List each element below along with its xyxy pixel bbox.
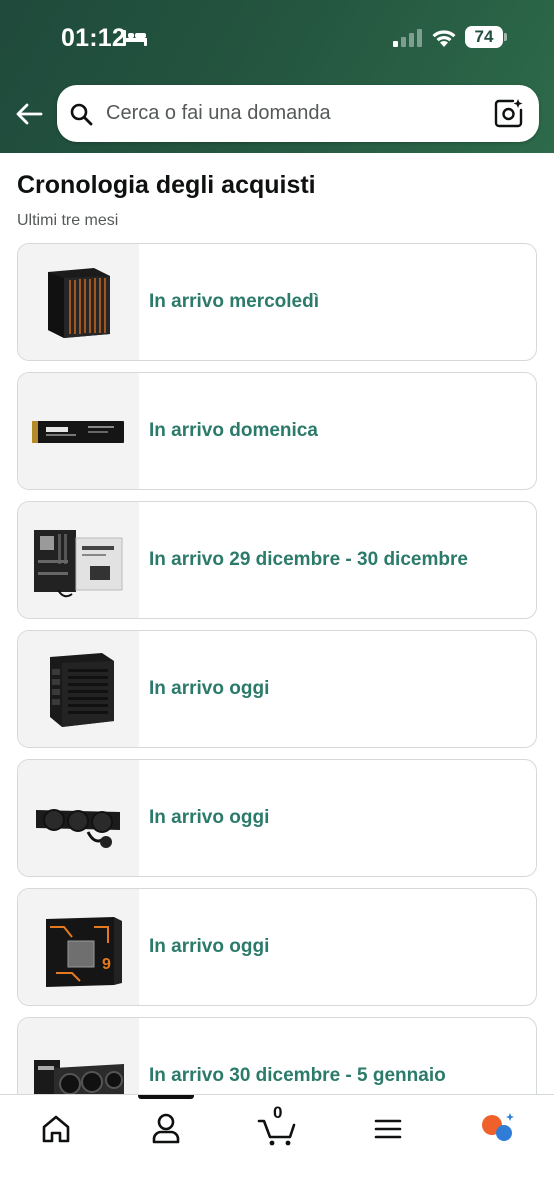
nav-assistant[interactable] [476, 1111, 520, 1147]
camera-search-icon[interactable] [494, 98, 524, 128]
assistant-icon [482, 1113, 514, 1141]
order-status: In arrivo oggi [149, 678, 270, 699]
search-placeholder: Cerca o fai una domanda [106, 102, 331, 124]
active-tab-indicator [138, 1095, 194, 1099]
nav-home[interactable] [34, 1111, 78, 1147]
back-arrow-icon[interactable] [15, 102, 43, 126]
product-thumbnail: 9 [18, 889, 139, 1005]
pc-case-icon [48, 268, 110, 338]
status-bar: 01:12 74 [0, 0, 554, 76]
power-supply-icon [50, 653, 114, 727]
bed-icon [123, 30, 147, 46]
order-card[interactable]: In arrivo oggi [17, 630, 537, 748]
signal-icon [393, 29, 422, 47]
nav-account[interactable] [144, 1111, 188, 1147]
home-icon [42, 1115, 70, 1143]
ssd-icon [32, 421, 124, 443]
order-card[interactable]: In arrivo mercoledì [17, 243, 537, 361]
account-icon [152, 1113, 180, 1144]
wifi-icon [432, 30, 456, 47]
search-input[interactable]: Cerca o fai una domanda [57, 85, 539, 142]
product-thumbnail [18, 373, 139, 489]
product-thumbnail [18, 244, 139, 360]
battery-cap [504, 33, 507, 41]
product-thumbnail [18, 760, 139, 876]
order-status: In arrivo mercoledì [149, 291, 320, 312]
order-card[interactable]: 9 In arrivo oggi [17, 888, 537, 1006]
battery-indicator: 74 [465, 26, 503, 48]
bottom-navigation: 0 [0, 1094, 554, 1200]
order-status: In arrivo oggi [149, 807, 270, 828]
cpu-box-icon: 9 [46, 917, 122, 987]
order-card[interactable]: In arrivo 29 dicembre - 30 dicembre [17, 501, 537, 619]
header: 01:12 74 Cerca o fai una domanda [0, 0, 554, 153]
motherboard-icon [34, 530, 123, 598]
search-icon [70, 103, 93, 126]
page-title: Cronologia degli acquisti [17, 171, 316, 199]
order-status: In arrivo domenica [149, 420, 318, 441]
page-subtitle: Ultimi tre mesi [17, 212, 119, 229]
liquid-cooler-icon [36, 809, 120, 848]
cart-count-badge: 0 [273, 1103, 283, 1122]
nav-menu[interactable] [366, 1111, 410, 1147]
status-time: 01:12 [61, 24, 126, 52]
product-thumbnail [18, 502, 139, 618]
order-card[interactable]: In arrivo oggi [17, 759, 537, 877]
order-card[interactable]: In arrivo domenica [17, 372, 537, 490]
order-status: In arrivo oggi [149, 936, 270, 957]
order-status: In arrivo 29 dicembre - 30 dicembre [149, 549, 468, 570]
svg-text:9: 9 [102, 956, 111, 973]
menu-icon [374, 1119, 402, 1139]
product-thumbnail [18, 631, 139, 747]
